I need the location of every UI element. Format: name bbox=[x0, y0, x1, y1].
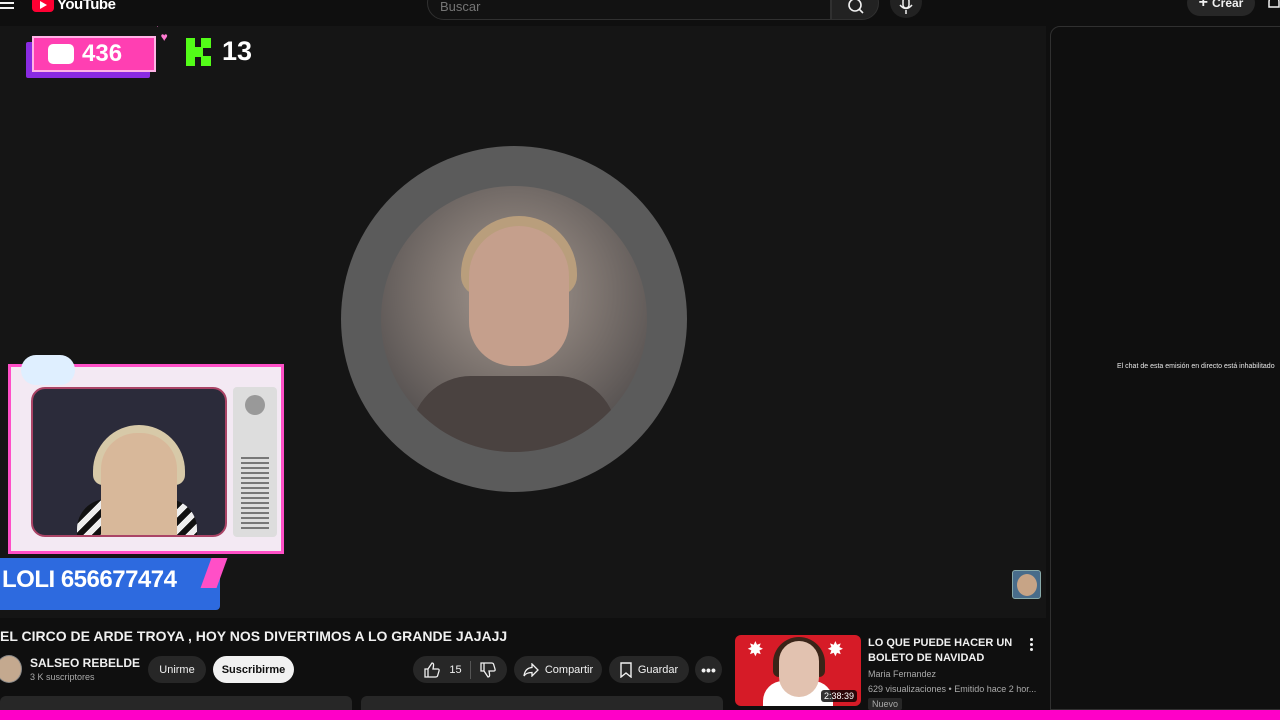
live-chat-panel: El chat de esta emisión en directo está … bbox=[1050, 26, 1280, 710]
share-icon bbox=[523, 662, 539, 677]
save-button[interactable]: Guardar bbox=[609, 656, 689, 683]
menu-icon[interactable] bbox=[0, 2, 14, 14]
create-button[interactable]: + Crear bbox=[1187, 0, 1255, 16]
subscribe-label: Suscribirme bbox=[221, 663, 286, 676]
chat-count-badge: 436 bbox=[26, 34, 156, 78]
youtube-logo[interactable]: YouTube bbox=[32, 0, 116, 13]
host-camera-tv-frame bbox=[8, 355, 284, 554]
chat-count: 436 bbox=[82, 40, 123, 67]
viewer-avatar[interactable] bbox=[1012, 570, 1041, 599]
bookmark-icon bbox=[620, 661, 632, 678]
join-label: Unirme bbox=[159, 663, 195, 676]
save-label: Guardar bbox=[637, 663, 679, 676]
video-title: EL CIRCO DE ARDE TROYA , HOY NOS DIVERTI… bbox=[0, 628, 508, 644]
channel-avatar[interactable] bbox=[0, 655, 22, 683]
subscribe-button[interactable]: Suscribirme bbox=[213, 656, 294, 683]
host-camera bbox=[31, 387, 227, 537]
kick-count: 13 bbox=[222, 36, 253, 66]
search-button[interactable] bbox=[831, 0, 879, 20]
recommendation-meta: 629 visualizaciones • Emitido hace 2 hor… bbox=[868, 684, 1037, 694]
search-box bbox=[427, 0, 831, 20]
microphone-icon bbox=[899, 0, 913, 14]
search-input[interactable] bbox=[440, 0, 820, 14]
chat-bubble-icon bbox=[48, 44, 74, 64]
guest-camera-ring bbox=[341, 146, 687, 492]
hearts-decoration: ♥ ♥ bbox=[154, 26, 168, 44]
more-icon: ••• bbox=[701, 661, 716, 678]
like-count[interactable]: 15 bbox=[449, 664, 461, 676]
join-button[interactable]: Unirme bbox=[148, 656, 206, 683]
like-icon[interactable] bbox=[423, 661, 441, 678]
channel-name[interactable]: SALSEO REBELDE bbox=[30, 656, 140, 670]
create-label: Crear bbox=[1211, 0, 1244, 10]
tv-dial-icon bbox=[245, 395, 265, 415]
guest-camera bbox=[381, 186, 647, 452]
name-banner-text: LOLI 656677474 bbox=[2, 566, 177, 593]
like-dislike-group: 15 bbox=[413, 656, 507, 683]
dislike-icon[interactable] bbox=[479, 661, 497, 678]
notifications-bell-icon[interactable] bbox=[1266, 0, 1280, 10]
burst-icon: ✸ bbox=[827, 639, 844, 661]
youtube-play-icon bbox=[32, 0, 54, 12]
share-button[interactable]: Compartir bbox=[514, 656, 602, 683]
plus-icon: + bbox=[1198, 0, 1208, 11]
logo-text: YouTube bbox=[57, 0, 116, 13]
description-box[interactable] bbox=[0, 696, 352, 710]
recommendation-channel[interactable]: Maria Fernandez bbox=[868, 669, 936, 679]
new-badge: Nuevo bbox=[868, 698, 903, 710]
chat-replay-box[interactable] bbox=[361, 696, 723, 710]
cloud-decoration bbox=[21, 355, 75, 385]
chat-disabled-message: El chat de esta emisión en directo está … bbox=[1117, 363, 1275, 370]
voice-search-button[interactable] bbox=[890, 0, 922, 18]
more-actions-button[interactable]: ••• bbox=[695, 656, 722, 683]
share-label: Compartir bbox=[544, 663, 594, 676]
recommendation-menu-icon[interactable] bbox=[1030, 638, 1034, 653]
recommendation-thumbnail[interactable]: ✸ ✸ 2:38:39 bbox=[735, 635, 861, 706]
kick-count-badge: 13 bbox=[186, 36, 252, 67]
subscriber-count: 3 K suscriptores bbox=[30, 672, 95, 682]
burst-icon: ✸ bbox=[747, 639, 764, 661]
search-icon bbox=[848, 0, 864, 14]
duration-badge: 2:38:39 bbox=[820, 690, 857, 702]
top-bar: YouTube + Crear bbox=[0, 0, 1280, 22]
recommendation-title[interactable]: LO QUE PUEDE HACER UN BOLETO DE NAVIDAD bbox=[868, 636, 1028, 666]
tv-control-panel bbox=[233, 387, 277, 537]
video-player[interactable]: ♥ ♥ 436 13 LOLI 656677474 bbox=[0, 26, 1046, 618]
kick-logo-icon bbox=[186, 37, 212, 66]
bottom-decoration-bar bbox=[0, 710, 1280, 720]
